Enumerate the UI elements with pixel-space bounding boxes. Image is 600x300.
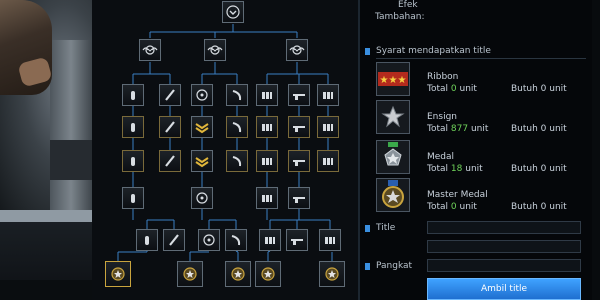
section-rule xyxy=(376,58,586,59)
knife-icon[interactable] xyxy=(159,150,181,172)
master-medal-icon xyxy=(376,178,410,212)
rifle-icon[interactable] xyxy=(288,150,310,172)
wings-badge-icon[interactable] xyxy=(204,39,226,61)
ammo-icon[interactable] xyxy=(256,187,278,209)
title-field-2[interactable] xyxy=(427,240,581,253)
rifle-icon[interactable] xyxy=(288,187,310,209)
knife-icon[interactable] xyxy=(159,84,181,106)
ammo-icon[interactable] xyxy=(256,84,278,106)
ammo-icon[interactable] xyxy=(317,116,339,138)
master-badge-icon[interactable] xyxy=(177,261,203,287)
pangkat-label: Pangkat xyxy=(376,261,413,271)
title-field-1[interactable] xyxy=(427,221,581,234)
bullet-icon[interactable] xyxy=(122,187,144,209)
master-badge-icon[interactable] xyxy=(105,261,131,287)
knife-icon[interactable] xyxy=(159,116,181,138)
title-tree xyxy=(92,0,358,300)
req-name: Master Medal xyxy=(427,190,488,200)
req-need: Butuh 0 unit xyxy=(511,164,567,174)
character-preview xyxy=(0,0,92,300)
title-info-panel: Efek Tambahan: Syarat mendapatkan title … xyxy=(360,0,600,300)
ammo-icon[interactable] xyxy=(256,116,278,138)
preview-bottom-strip xyxy=(0,280,92,300)
banana-icon[interactable] xyxy=(226,150,248,172)
knife-icon[interactable] xyxy=(163,229,185,251)
rifle-icon[interactable] xyxy=(286,229,308,251)
req-need: Butuh 0 unit xyxy=(511,202,567,212)
bullet-icon[interactable] xyxy=(122,150,144,172)
master-badge-icon[interactable] xyxy=(255,261,281,287)
tambahan-label: Tambahan: xyxy=(375,12,425,22)
medal-icon xyxy=(376,140,410,174)
ammo-icon[interactable] xyxy=(259,229,281,251)
banana-icon[interactable] xyxy=(226,116,248,138)
master-badge-icon[interactable] xyxy=(319,261,345,287)
ammo-icon[interactable] xyxy=(256,150,278,172)
take-title-button[interactable]: Ambil title xyxy=(427,278,581,300)
scrollbar-track[interactable] xyxy=(592,0,600,300)
chevron-rank-icon[interactable] xyxy=(191,150,213,172)
req-need: Butuh 0 unit xyxy=(511,124,567,134)
crosshair-icon[interactable] xyxy=(191,187,213,209)
master-badge-icon[interactable] xyxy=(225,261,251,287)
req-name: Ribbon xyxy=(427,72,459,82)
crosshair-icon[interactable] xyxy=(191,84,213,106)
efek-label: Efek xyxy=(398,0,418,10)
ribbon-icon: ★★★ xyxy=(376,62,410,96)
req-total: Total 0 unit xyxy=(427,84,477,94)
rifle-icon[interactable] xyxy=(288,84,310,106)
tree-connector xyxy=(235,250,239,253)
chevron-rank-icon[interactable] xyxy=(191,116,213,138)
bullet-icon[interactable] xyxy=(122,116,144,138)
title-marker xyxy=(365,225,370,232)
tree-connector xyxy=(267,250,271,253)
preview-floor xyxy=(0,210,92,222)
wings-badge-icon[interactable] xyxy=(139,39,161,61)
pangkat-field[interactable] xyxy=(427,259,581,272)
rifle-icon[interactable] xyxy=(288,116,310,138)
banana-icon[interactable] xyxy=(225,229,247,251)
section-marker xyxy=(365,48,370,55)
crosshair-icon[interactable] xyxy=(198,229,220,251)
ammo-icon[interactable] xyxy=(317,84,339,106)
ensign-icon xyxy=(376,100,410,134)
req-total: Total 18 unit xyxy=(427,164,483,174)
title-label: Title xyxy=(376,223,396,233)
req-need: Butuh 0 unit xyxy=(511,84,567,94)
pangkat-marker xyxy=(365,263,370,270)
banana-icon[interactable] xyxy=(226,84,248,106)
req-total: Total 0 unit xyxy=(427,202,477,212)
ammo-icon[interactable] xyxy=(317,150,339,172)
chevron-down-icon[interactable] xyxy=(222,1,244,23)
req-name: Medal xyxy=(427,152,455,162)
req-total: Total 877 unit xyxy=(427,124,489,134)
req-name: Ensign xyxy=(427,112,457,122)
wings-badge-icon[interactable] xyxy=(286,39,308,61)
bullet-icon[interactable] xyxy=(122,84,144,106)
svg-text:★★★: ★★★ xyxy=(380,75,407,86)
syarat-heading: Syarat mendapatkan title xyxy=(376,46,491,56)
ammo-icon[interactable] xyxy=(319,229,341,251)
bullet-icon[interactable] xyxy=(136,229,158,251)
vehicle-backdrop xyxy=(50,40,92,210)
